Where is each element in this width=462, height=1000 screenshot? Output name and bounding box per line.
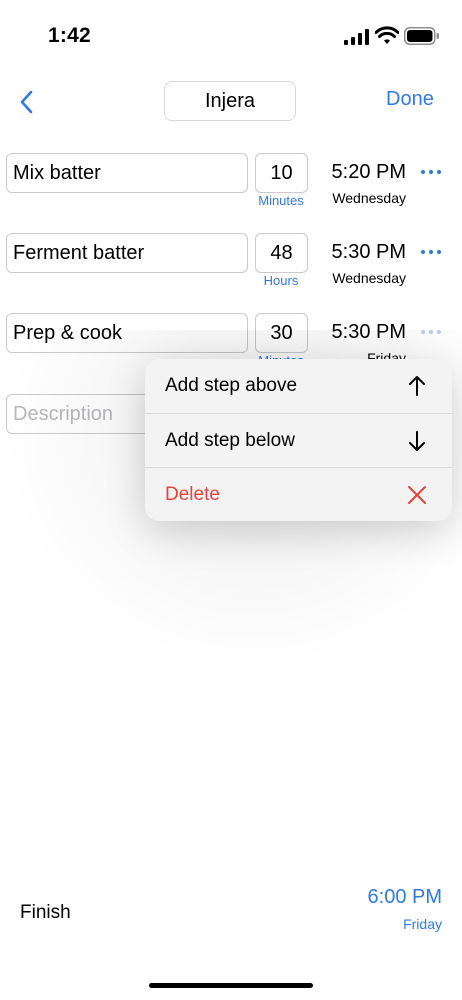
home-indicator[interactable] [149,983,313,988]
add-step-below-item[interactable]: Add step below [145,414,452,468]
arrow-up-icon [409,376,425,396]
more-options-icon[interactable] [420,247,442,257]
step-description-field[interactable]: Prep & cook [6,313,248,353]
step-time: 5:20 PM [331,161,406,183]
step-time: 5:30 PM [331,321,406,343]
step-time: 5:30 PM [331,241,406,263]
step-duration-field[interactable]: 48 [255,233,308,273]
step-context-menu: Add step above Add step below Delete [145,359,452,521]
finish-day[interactable]: Friday [340,916,442,932]
step-day: Wednesday [332,190,406,206]
step-day: Wednesday [332,270,406,286]
battery-icon [404,27,439,45]
finish-label: Finish [20,902,71,923]
cellular-signal-icon [344,29,369,45]
delete-step-item[interactable]: Delete [145,468,452,521]
recipe-title-field[interactable]: Injera [164,81,296,121]
menu-item-label: Add step above [165,375,298,396]
duration-unit[interactable]: Hours [251,273,311,288]
more-options-icon[interactable] [420,167,442,177]
menu-item-label: Delete [165,484,220,505]
duration-unit[interactable]: Minutes [251,193,311,208]
add-step-above-item[interactable]: Add step above [145,359,452,413]
step-description-field[interactable]: Mix batter [6,153,248,193]
status-time: 1:42 [48,24,91,47]
back-chevron-icon[interactable] [16,88,40,116]
step-duration-field[interactable]: 30 [255,313,308,353]
arrow-down-icon [409,431,425,451]
done-button[interactable]: Done [386,88,434,111]
step-duration-field[interactable]: 10 [255,153,308,193]
status-bar: 1:42 [0,0,462,70]
menu-item-label: Add step below [165,430,295,451]
finish-time[interactable]: 6:00 PM [340,886,442,909]
x-icon [408,486,426,504]
recipe-title: Injera [204,89,256,112]
step-description-field[interactable]: Ferment batter [6,233,248,273]
more-options-icon[interactable] [420,327,442,337]
wifi-icon [375,26,399,44]
